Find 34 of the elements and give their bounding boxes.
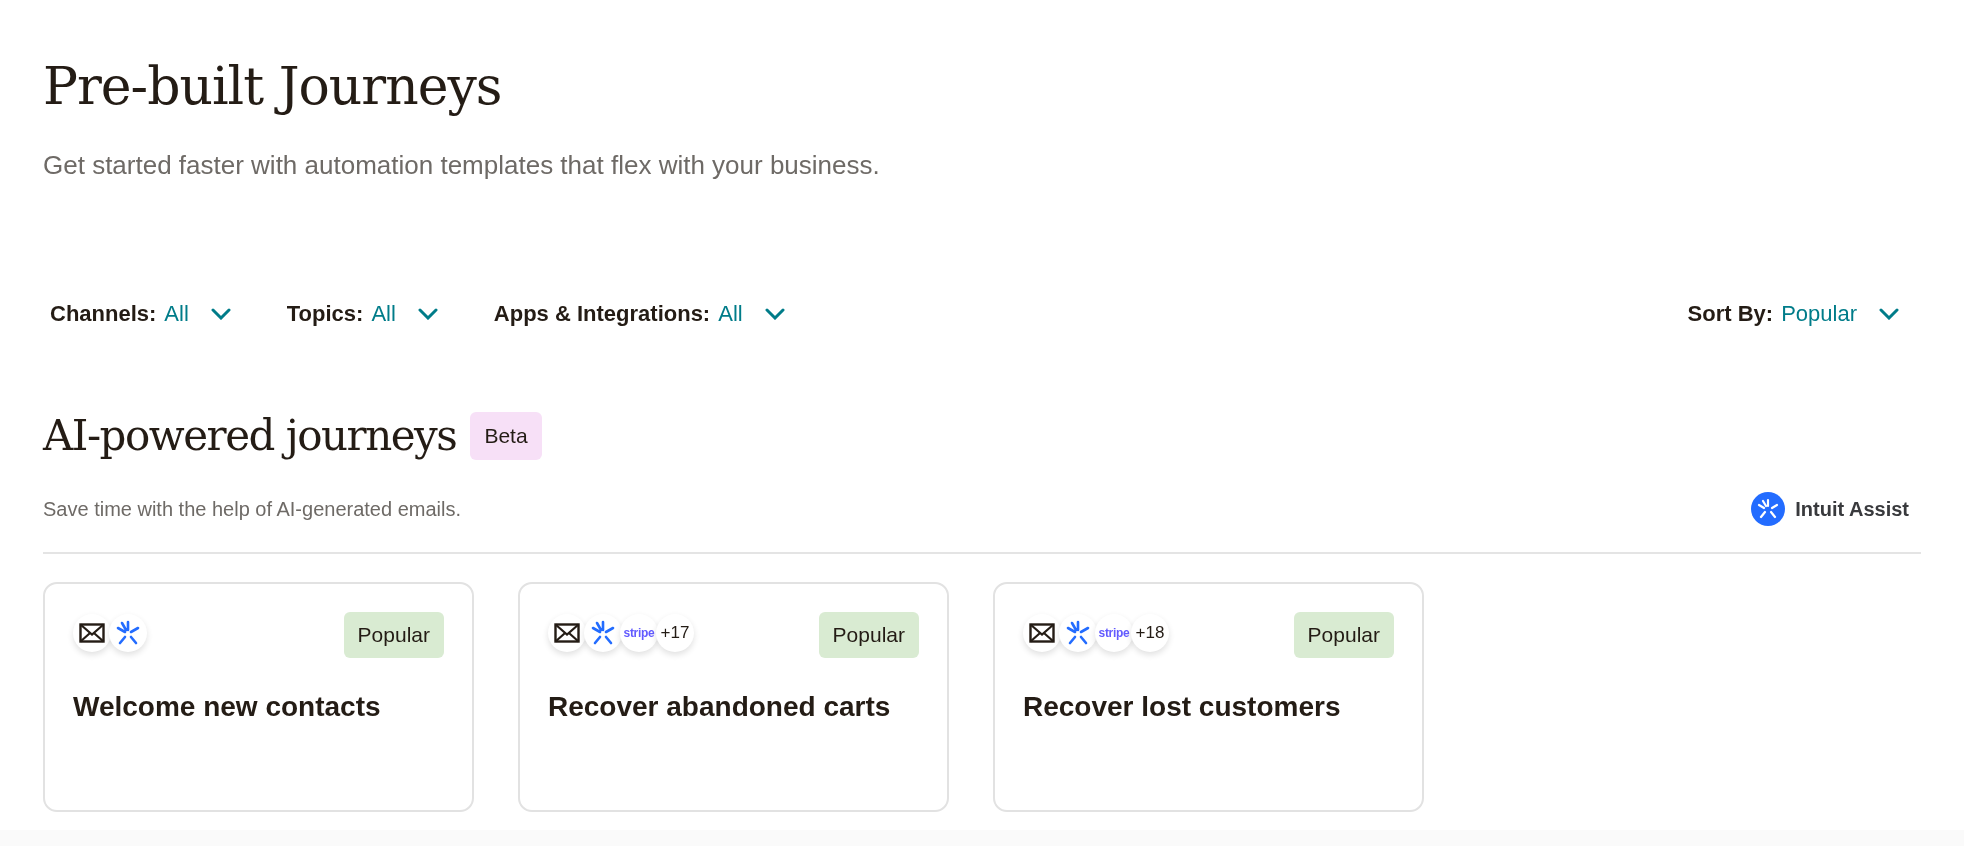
card-title: Recover lost customers bbox=[1023, 689, 1341, 724]
envelope-icon bbox=[1029, 623, 1055, 643]
integration-count: +17 bbox=[660, 622, 690, 645]
integration-count: +18 bbox=[1135, 622, 1165, 645]
section-heading: AI-powered journeys bbox=[43, 410, 457, 462]
chevron-down-icon bbox=[1879, 307, 1899, 320]
sparkle-icon bbox=[589, 619, 617, 647]
popular-tag: Popular bbox=[1293, 612, 1394, 658]
stripe-logo: stripe bbox=[1098, 625, 1130, 642]
popular-tag: Popular bbox=[818, 612, 919, 658]
popular-tag: Popular bbox=[343, 612, 444, 658]
card-title: Recover abandoned carts bbox=[548, 689, 891, 724]
envelope-icon bbox=[554, 623, 580, 643]
chevron-down-icon bbox=[417, 307, 438, 320]
assist-label: Intuit Assist bbox=[1795, 497, 1909, 522]
sparkle-icon bbox=[1064, 619, 1092, 647]
sort-dropdown[interactable]: Sort By: Popular bbox=[1687, 297, 1899, 330]
journey-card[interactable]: stripe +18 Popular Recover lost customers bbox=[993, 582, 1424, 812]
section-description: Save time with the help of AI-generated emails. bbox=[43, 497, 461, 522]
card-title: Welcome new contacts bbox=[73, 689, 381, 724]
stripe-logo: stripe bbox=[623, 625, 655, 642]
filter-dropdown[interactable]: Channels: All bbox=[50, 297, 231, 330]
filter-dropdown[interactable]: Topics: All bbox=[286, 297, 438, 330]
journey-card[interactable]: stripe +17 Popular Recover abandoned carts bbox=[518, 582, 949, 812]
page-title: Pre-built Journeys bbox=[43, 55, 502, 118]
chevron-down-icon bbox=[210, 307, 231, 320]
sparkle-icon bbox=[1751, 492, 1786, 526]
filter-dropdown[interactable]: Apps & Integrations: All bbox=[493, 297, 785, 330]
envelope-icon bbox=[79, 623, 105, 643]
sparkle-icon bbox=[114, 619, 142, 647]
chevron-down-icon bbox=[764, 307, 785, 320]
page-subtitle: Get started faster with automation templates that flex with your business. bbox=[43, 149, 880, 182]
journey-card[interactable]: Popular Welcome new contacts bbox=[43, 582, 474, 812]
beta-badge: Beta bbox=[470, 412, 542, 460]
